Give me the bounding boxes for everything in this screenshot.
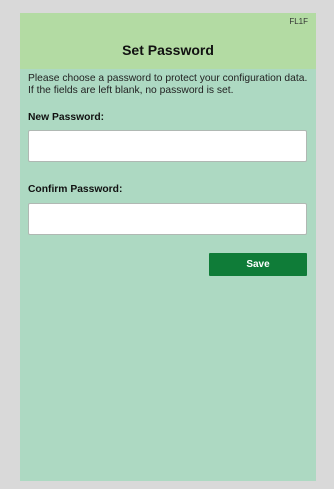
confirm-password-label: Confirm Password: — [28, 184, 123, 195]
intro-text: Please choose a password to protect your… — [28, 73, 308, 96]
save-button[interactable]: Save — [209, 253, 307, 276]
device-screen: FL1F Set Password Please choose a passwo… — [20, 13, 316, 481]
confirm-password-input[interactable] — [28, 203, 307, 235]
new-password-label: New Password: — [28, 112, 105, 123]
header-bar: FL1F Set Password — [20, 13, 316, 69]
device-code: FL1F — [289, 17, 308, 26]
page-title: Set Password — [122, 42, 214, 58]
new-password-input[interactable] — [28, 130, 307, 162]
